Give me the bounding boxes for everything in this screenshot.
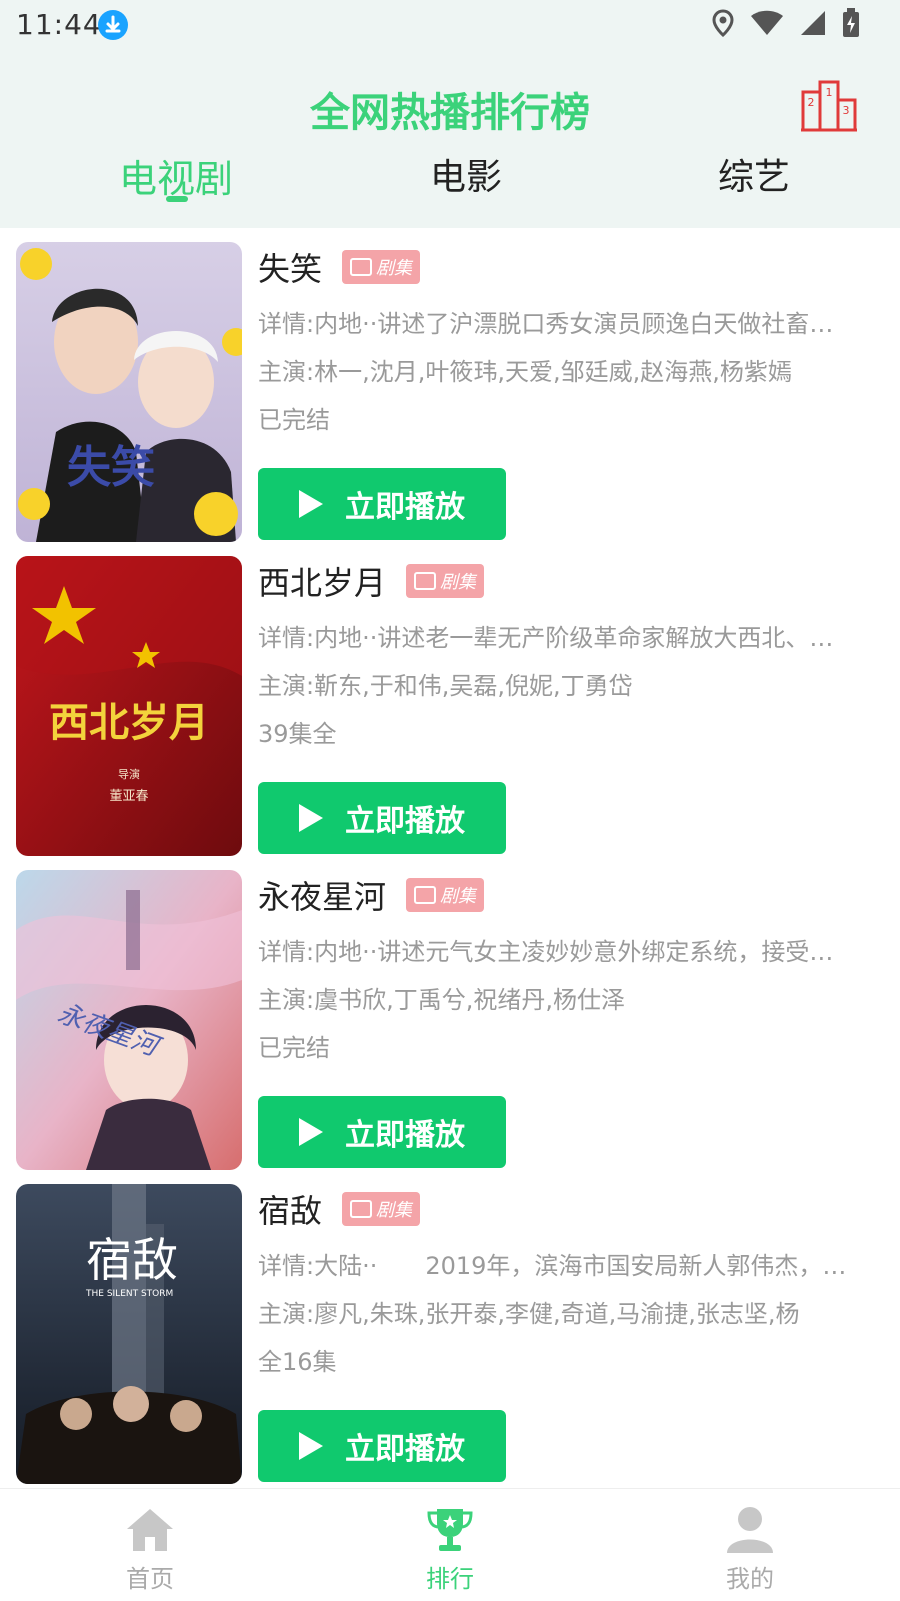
svg-text:2: 2 — [808, 96, 815, 109]
play-icon — [299, 804, 323, 832]
poster-director-label: 导演 — [118, 767, 140, 781]
page-title: 全网热播排行榜 — [310, 90, 590, 136]
trophy-icon — [423, 1505, 477, 1553]
play-icon — [299, 490, 323, 518]
tv-icon — [350, 258, 373, 276]
ranking-list: 失笑 失笑 剧集 详情:内地··讲述了沪漂脱口秀女演员顾逸白天做社畜… 主演:林… — [0, 228, 900, 1488]
series-badge: 剧集 — [406, 878, 485, 912]
series-badge: 剧集 — [342, 250, 421, 284]
item-status: 39集全 — [258, 720, 337, 748]
play-icon — [299, 1432, 323, 1460]
poster-english-title: THE SILENT STORM — [85, 1289, 173, 1299]
item-title[interactable]: 宿敌 — [258, 1186, 322, 1232]
nav-profile-label: 我的 — [726, 1565, 774, 1593]
item-cast: 主演:廖凡,朱珠,张开泰,李健,奇道,马渝捷,张志坚,杨 — [258, 1300, 800, 1328]
tab-variety[interactable]: 综艺 — [654, 148, 854, 200]
poster-title: 西北岁月 — [49, 699, 209, 746]
download-icon — [98, 10, 128, 40]
poster-title: 失笑 — [67, 442, 155, 493]
item-description: 详情:大陆·· 2019年，滨海市国安局新人郭伟杰，… — [258, 1252, 847, 1280]
item-status: 全16集 — [258, 1348, 337, 1376]
poster-title: 宿敌 — [86, 1233, 178, 1287]
svg-text:3: 3 — [843, 104, 850, 117]
item-status: 已完结 — [258, 406, 330, 434]
nav-home[interactable]: 首页 — [90, 1505, 210, 1594]
item-cast: 主演:靳东,于和伟,吴磊,倪妮,丁勇岱 — [258, 672, 633, 700]
item-title[interactable]: 失笑 — [258, 244, 322, 290]
play-now-button[interactable]: 立即播放 — [258, 782, 506, 854]
series-badge: 剧集 — [406, 564, 485, 598]
item-cast: 主演:林一,沈月,叶筱玮,天爱,邹廷威,赵海燕,杨紫嫣 — [258, 358, 792, 386]
status-bar: 11:44 — [0, 0, 900, 52]
item-info: 宿敌 剧集 详情:大陆·· 2019年，滨海市国安局新人郭伟杰，… 主演:廖凡,… — [258, 1184, 878, 1482]
signal-icon — [800, 10, 826, 40]
nav-home-label: 首页 — [126, 1565, 174, 1593]
tv-icon — [350, 1200, 373, 1218]
nav-profile[interactable]: 我的 — [690, 1505, 810, 1594]
play-now-button[interactable]: 立即播放 — [258, 468, 506, 540]
battery-charging-icon — [842, 8, 860, 42]
location-icon — [712, 9, 734, 41]
user-icon — [723, 1505, 777, 1553]
poster-director-name: 董亚春 — [109, 789, 148, 804]
item-info: 永夜星河 剧集 详情:内地··讲述元气女主凌妙妙意外绑定系统，接受… 主演:虞书… — [258, 870, 878, 1168]
tab-movies[interactable]: 电影 — [366, 148, 566, 200]
list-item[interactable]: 西北岁月 导演 董亚春 西北岁月 剧集 详情:内地··讲述老一辈无产阶级革命家解… — [0, 556, 900, 876]
item-cast: 主演:虞书欣,丁禹兮,祝绪丹,杨仕泽 — [258, 986, 625, 1014]
tv-icon — [414, 572, 437, 590]
status-time: 11:44 — [16, 8, 102, 41]
item-description: 详情:内地··讲述元气女主凌妙妙意外绑定系统，接受… — [258, 938, 834, 966]
list-item[interactable]: 失笑 失笑 剧集 详情:内地··讲述了沪漂脱口秀女演员顾逸白天做社畜… 主演:林… — [0, 242, 900, 562]
poster-image[interactable]: 宿敌 THE SILENT STORM — [16, 1184, 242, 1484]
poster-image[interactable]: 永夜星河 — [16, 870, 242, 1170]
play-now-button[interactable]: 立即播放 — [258, 1096, 506, 1168]
list-item[interactable]: 永夜星河 永夜星河 剧集 详情:内地··讲述元气女主凌妙妙意外绑定系统，接受… … — [0, 870, 900, 1190]
poster-image[interactable]: 西北岁月 导演 董亚春 — [16, 556, 242, 856]
nav-ranking[interactable]: 排行 — [390, 1505, 510, 1594]
play-icon — [299, 1118, 323, 1146]
tab-tv-series[interactable]: 电视剧 — [76, 148, 276, 203]
podium-icon[interactable]: 1 2 3 — [800, 78, 858, 134]
item-info: 西北岁月 剧集 详情:内地··讲述老一辈无产阶级革命家解放大西北、… 主演:靳东… — [258, 556, 878, 854]
list-item[interactable]: 宿敌 THE SILENT STORM 宿敌 剧集 详情:大陆·· 2019年，… — [0, 1184, 900, 1488]
item-title[interactable]: 西北岁月 — [258, 558, 386, 604]
item-description: 详情:内地··讲述老一辈无产阶级革命家解放大西北、… — [258, 624, 834, 652]
series-badge: 剧集 — [342, 1192, 421, 1226]
item-status: 已完结 — [258, 1034, 330, 1062]
nav-ranking-label: 排行 — [426, 1565, 474, 1593]
play-now-button[interactable]: 立即播放 — [258, 1410, 506, 1482]
poster-image[interactable]: 失笑 — [16, 242, 242, 542]
bottom-navigation: 首页 排行 我的 — [0, 1488, 900, 1601]
item-title[interactable]: 永夜星河 — [258, 872, 386, 918]
category-tabs: 电视剧 电影 综艺 — [0, 148, 900, 208]
top-header: 11:44 全网热播排行榜 1 2 3 电视剧 电影 综艺 — [0, 0, 900, 228]
active-tab-indicator — [166, 196, 188, 202]
home-icon — [123, 1505, 177, 1553]
wifi-icon — [750, 10, 784, 40]
svg-text:1: 1 — [826, 86, 833, 99]
item-info: 失笑 剧集 详情:内地··讲述了沪漂脱口秀女演员顾逸白天做社畜… 主演:林一,沈… — [258, 242, 878, 540]
tv-icon — [414, 886, 437, 904]
item-description: 详情:内地··讲述了沪漂脱口秀女演员顾逸白天做社畜… — [258, 310, 834, 338]
